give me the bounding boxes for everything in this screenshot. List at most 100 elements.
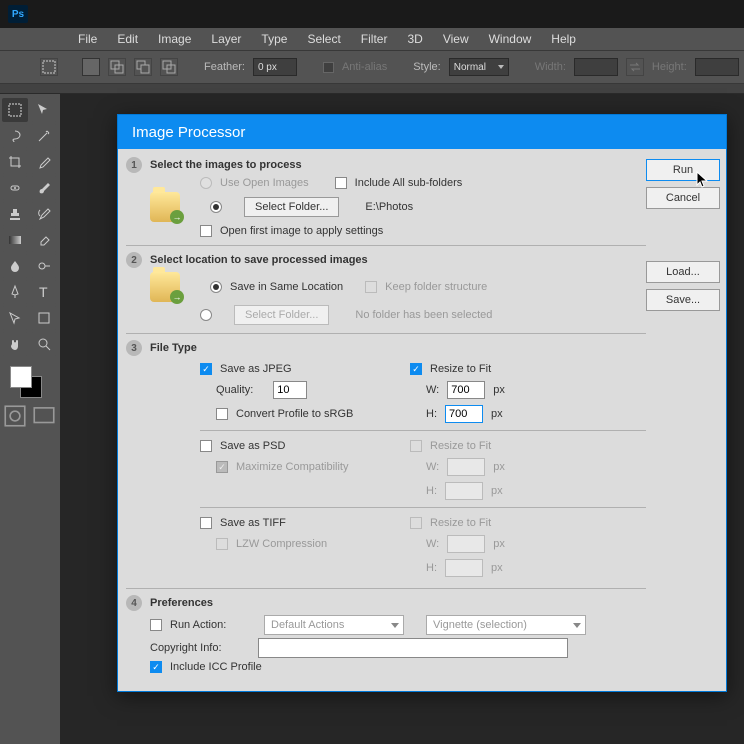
selection-subtract-icon[interactable] (134, 58, 152, 76)
menu-view[interactable]: View (433, 32, 479, 46)
step-2-badge: 2 (126, 252, 142, 268)
pen-tool-icon[interactable] (2, 280, 28, 304)
dialog-title: Image Processor (118, 115, 726, 149)
px-label: px (491, 562, 503, 574)
step-3-badge: 3 (126, 340, 142, 356)
select-folder-radio[interactable] (210, 201, 222, 213)
screenmode-icon[interactable] (31, 404, 57, 428)
menu-type[interactable]: Type (251, 32, 297, 46)
load-button[interactable]: Load... (646, 261, 720, 283)
copyright-input[interactable] (258, 638, 568, 658)
selection-new-icon[interactable] (82, 58, 100, 76)
include-subfolders-checkbox[interactable] (335, 177, 347, 189)
wand-tool-icon[interactable] (31, 124, 57, 148)
selection-intersect-icon[interactable] (160, 58, 178, 76)
marquee-tool-icon[interactable] (2, 98, 28, 122)
use-open-images-radio (200, 177, 212, 189)
open-first-label: Open first image to apply settings (220, 225, 383, 237)
type-tool-icon[interactable]: T (31, 280, 57, 304)
select-folder-button[interactable]: Select Folder... (244, 197, 339, 217)
stamp-tool-icon[interactable] (2, 202, 28, 226)
save-psd-checkbox[interactable] (200, 440, 212, 452)
color-swatches[interactable] (2, 362, 58, 402)
history-brush-icon[interactable] (31, 202, 57, 226)
save-tiff-checkbox[interactable] (200, 517, 212, 529)
healing-tool-icon[interactable] (2, 176, 28, 200)
keep-structure-label: Keep folder structure (385, 281, 487, 293)
run-button[interactable]: Run (646, 159, 720, 181)
shape-tool-icon[interactable] (31, 306, 57, 330)
menu-edit[interactable]: Edit (107, 32, 148, 46)
antialias-label: Anti-alias (342, 61, 387, 73)
keep-structure-checkbox (365, 281, 377, 293)
menu-help[interactable]: Help (541, 32, 586, 46)
selection-add-icon[interactable] (108, 58, 126, 76)
copyright-label: Copyright Info: (150, 642, 250, 654)
menu-window[interactable]: Window (479, 32, 542, 46)
tiff-resize-checkbox (410, 517, 422, 529)
style-select[interactable]: Normal (449, 58, 509, 76)
menubar: File Edit Image Layer Type Select Filter… (0, 28, 744, 50)
srgb-label: Convert Profile to sRGB (236, 408, 353, 420)
menu-image[interactable]: Image (148, 32, 201, 46)
menu-3d[interactable]: 3D (397, 32, 432, 46)
jpeg-h-input[interactable] (445, 405, 483, 423)
move-tool-icon[interactable] (31, 98, 57, 122)
tab-strip (0, 84, 744, 94)
height-input (695, 58, 739, 76)
brush-tool-icon[interactable] (31, 176, 57, 200)
blur-tool-icon[interactable] (2, 254, 28, 278)
zoom-tool-icon[interactable] (31, 332, 57, 356)
icc-label: Include ICC Profile (170, 661, 262, 673)
gradient-tool-icon[interactable] (2, 228, 28, 252)
save-button[interactable]: Save... (646, 289, 720, 311)
eraser-tool-icon[interactable] (31, 228, 57, 252)
quality-input[interactable] (273, 381, 307, 399)
no-folder-label: No folder has been selected (355, 309, 492, 321)
psd-h-label: H: (426, 485, 437, 497)
px-label: px (493, 461, 505, 473)
folder-icon (150, 272, 180, 302)
select-dest-button: Select Folder... (234, 305, 329, 325)
srgb-checkbox[interactable] (216, 408, 228, 420)
open-first-checkbox[interactable] (200, 225, 212, 237)
save-psd-label: Save as PSD (220, 440, 285, 452)
feather-input[interactable]: 0 px (253, 58, 297, 76)
crop-tool-icon[interactable] (2, 150, 28, 174)
select-dest-radio[interactable] (200, 309, 212, 321)
psd-resize-checkbox (410, 440, 422, 452)
quickmask-icon[interactable] (2, 404, 28, 428)
section3-title: File Type (150, 342, 197, 354)
folder-icon (150, 192, 180, 222)
lzw-label: LZW Compression (236, 538, 327, 550)
lasso-tool-icon[interactable] (2, 124, 28, 148)
menu-file[interactable]: File (68, 32, 107, 46)
tiff-w-label: W: (426, 538, 439, 550)
foreground-color[interactable] (10, 366, 32, 388)
menu-select[interactable]: Select (297, 32, 350, 46)
jpeg-w-input[interactable] (447, 381, 485, 399)
marquee-tool-icon[interactable] (40, 58, 58, 76)
run-action-checkbox[interactable] (150, 619, 162, 631)
path-select-icon[interactable] (2, 306, 28, 330)
jpeg-resize-checkbox[interactable] (410, 363, 422, 375)
action-set-select: Default Actions (264, 615, 404, 635)
px-label: px (493, 538, 505, 550)
menu-layer[interactable]: Layer (201, 32, 251, 46)
save-jpeg-checkbox[interactable] (200, 363, 212, 375)
eyedropper-tool-icon[interactable] (31, 150, 57, 174)
psd-resize-label: Resize to Fit (430, 440, 491, 452)
swap-dimensions-icon (626, 58, 644, 76)
same-location-radio[interactable] (210, 281, 222, 293)
cancel-button[interactable]: Cancel (646, 187, 720, 209)
style-label: Style: (413, 61, 441, 73)
dodge-tool-icon[interactable] (31, 254, 57, 278)
use-open-images-label: Use Open Images (220, 177, 309, 189)
menu-filter[interactable]: Filter (351, 32, 398, 46)
hand-tool-icon[interactable] (2, 332, 28, 356)
psd-h-input (445, 482, 483, 500)
icc-checkbox[interactable] (150, 661, 162, 673)
tiff-resize-label: Resize to Fit (430, 517, 491, 529)
max-compat-checkbox (216, 461, 228, 473)
toolbox: T (0, 94, 60, 744)
